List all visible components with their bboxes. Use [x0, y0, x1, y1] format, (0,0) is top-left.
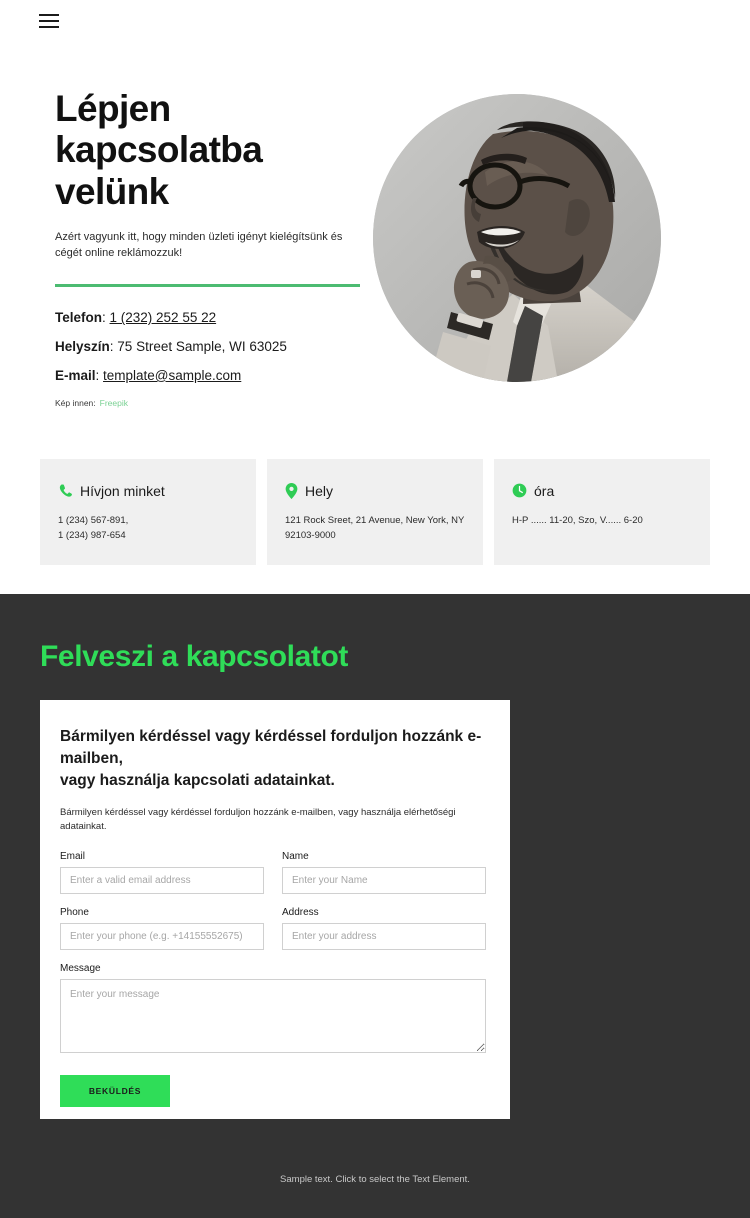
contact-label-address: Helyszín	[55, 339, 110, 355]
label-phone: Phone	[60, 907, 89, 919]
label-name: Name	[282, 851, 309, 863]
info-card-header: Hívjon minket	[58, 483, 238, 499]
field-message: Message	[60, 963, 486, 1058]
contact-label-phone: Telefon	[55, 310, 102, 326]
info-card-body: 1 (234) 567-891, 1 (234) 987-654	[58, 514, 129, 542]
message-textarea[interactable]	[60, 979, 486, 1054]
green-divider	[55, 284, 360, 288]
hero-text-column: Lépjen kapcsolatba velünk Azért vagyunk …	[55, 88, 365, 408]
contact-form-card: Bármilyen kérdéssel vagy kérdéssel fordu…	[40, 699, 510, 1119]
image-credit: Kép innen: Freepik	[55, 398, 365, 408]
hamburger-menu-icon[interactable]	[39, 14, 59, 28]
info-card-title: Hívjon minket	[80, 482, 165, 499]
contact-sep: :	[102, 310, 110, 326]
page-title: Lépjen kapcsolatba velünk	[55, 88, 263, 212]
info-cards: Hívjon minket 1 (234) 567-891, 1 (234) 9…	[0, 458, 750, 565]
field-email: Email	[60, 851, 264, 895]
phone-icon	[59, 484, 72, 497]
field-name: Name	[282, 851, 486, 895]
address-input[interactable]	[282, 923, 486, 951]
email-input[interactable]	[60, 867, 264, 895]
contact-line-phone: Telefon: 1 (232) 252 55 22	[55, 310, 365, 326]
submit-button[interactable]: BEKÜLDÉS	[60, 1075, 170, 1108]
contact-sep: :	[95, 367, 104, 383]
hamburger-bar	[39, 26, 59, 28]
info-card-title: Hely	[305, 482, 334, 499]
field-phone: Phone	[60, 907, 264, 951]
form-intro-text: Bármilyen kérdéssel vagy kérdéssel fordu…	[60, 806, 456, 832]
hero-section: Lépjen kapcsolatba velünk Azért vagyunk …	[0, 60, 750, 408]
contact-label-email: E-mail	[55, 367, 96, 383]
label-address: Address	[282, 907, 319, 919]
info-card-call: Hívjon minket 1 (234) 567-891, 1 (234) 9…	[40, 458, 256, 565]
image-credit-label: Kép innen:	[55, 397, 96, 408]
field-address: Address	[282, 907, 486, 951]
info-card-body: 121 Rock Sreet, 21 Avenue, New York, NY …	[285, 514, 465, 542]
contact-section-title: Felveszi a kapcsolatot	[40, 639, 349, 673]
form-row-1: Email Name	[60, 851, 486, 895]
contact-value-email[interactable]: template@sample.com	[103, 368, 241, 383]
hamburger-bar	[39, 14, 59, 16]
contact-value-address: 75 Street Sample, WI 63025	[117, 339, 287, 355]
info-card-header: Hely	[285, 482, 465, 499]
info-card-header: óra	[512, 483, 692, 499]
location-pin-icon	[285, 482, 298, 499]
footer-note[interactable]: Sample text. Click to select the Text El…	[0, 1174, 750, 1185]
info-card-title: óra	[534, 482, 555, 499]
clock-icon	[512, 483, 527, 498]
label-email: Email	[60, 851, 86, 863]
form-heading: Bármilyen kérdéssel vagy kérdéssel fordu…	[60, 727, 482, 789]
hamburger-bar	[39, 20, 59, 22]
hero-portrait-photo	[373, 94, 661, 382]
name-input[interactable]	[282, 867, 486, 895]
form-row-2: Phone Address	[60, 907, 486, 951]
contact-line-address: Helyszín: 75 Street Sample, WI 63025	[55, 339, 365, 355]
phone-input[interactable]	[60, 923, 264, 951]
info-card-location: Hely 121 Rock Sreet, 21 Avenue, New York…	[267, 458, 483, 565]
freepik-link[interactable]: Freepik	[100, 398, 128, 408]
site-header	[0, 0, 750, 60]
contact-line-email: E-mail: template@sample.com	[55, 367, 365, 384]
label-message: Message	[60, 963, 101, 975]
info-card-body: H-P ...... 11-20, Szo, V...... 6-20	[512, 514, 643, 526]
contact-section: Felveszi a kapcsolatot Bármilyen kérdéss…	[0, 593, 750, 1218]
contact-value-phone[interactable]: 1 (232) 252 55 22	[110, 310, 217, 325]
info-card-hours: óra H-P ...... 11-20, Szo, V...... 6-20	[494, 458, 710, 565]
hero-subtitle: Azért vagyunk itt, hogy minden üzleti ig…	[55, 231, 343, 260]
